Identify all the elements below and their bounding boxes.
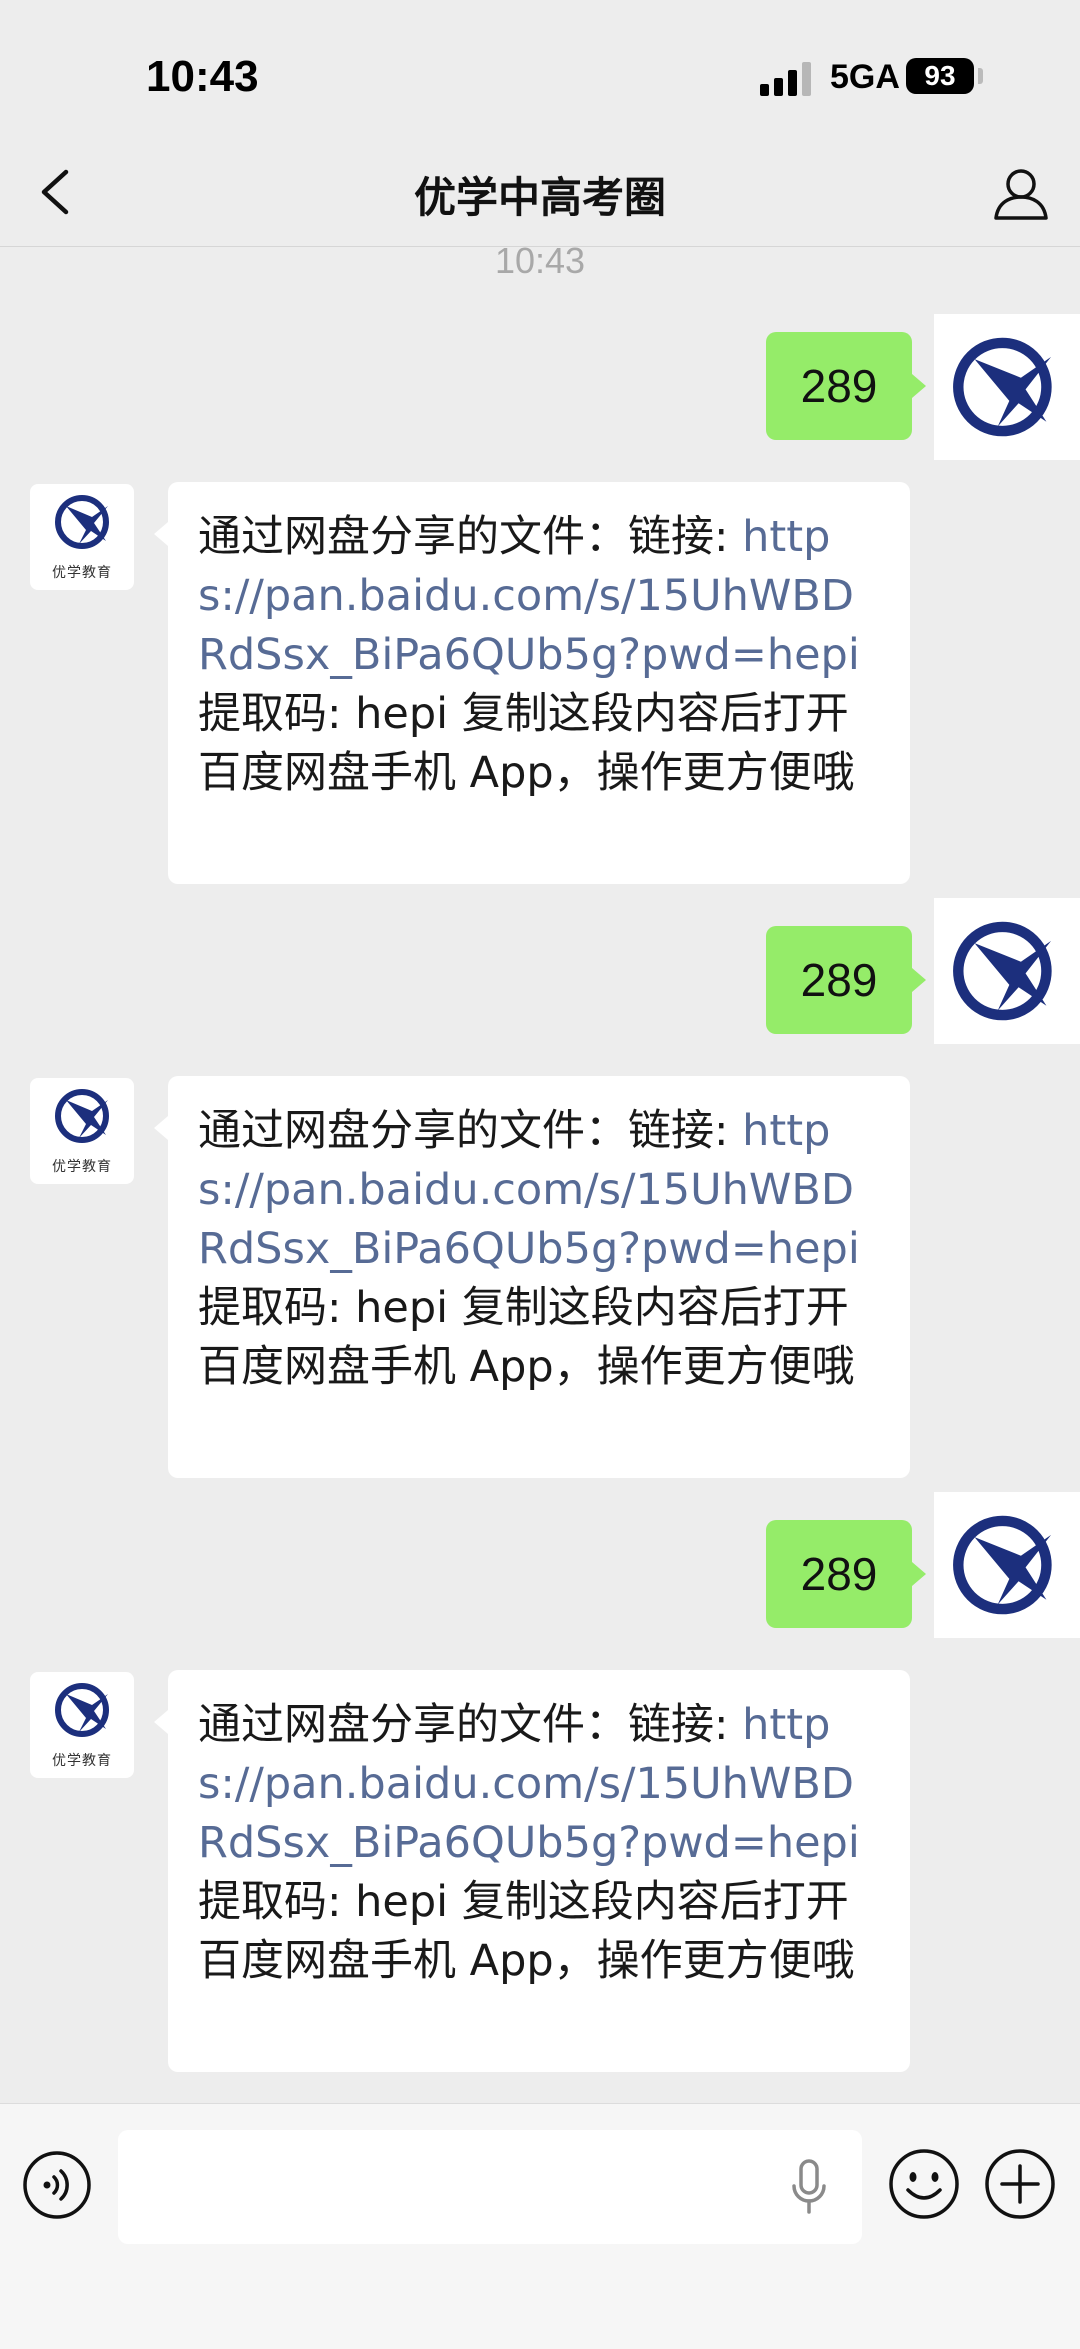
brand-logo-icon: [953, 337, 1052, 437]
brand-logo-icon: [55, 1089, 109, 1143]
chat-title: 优学中高考圈: [413, 173, 666, 222]
received-message-bubble[interactable]: 通过网盘分享的文件：链接: https://pan.baidu.com/s/15…: [154, 482, 910, 884]
voice-icon[interactable]: [22, 2150, 92, 2220]
message-text: 提取码: hepi 复制这段内容后打开百度网盘手机 App，操作更方便哦: [198, 1877, 855, 1986]
received-message-bubble[interactable]: 通过网盘分享的文件：链接: https://pan.baidu.com/s/15…: [154, 1670, 910, 2072]
network-type: 5GA: [830, 58, 900, 96]
message-text: 提取码: hepi 复制这段内容后打开百度网盘手机 App，操作更方便哦: [198, 689, 855, 798]
message-text: 通过网盘分享的文件：链接:: [198, 1106, 743, 1156]
message-input[interactable]: [118, 2130, 862, 2244]
my-avatar[interactable]: [934, 314, 1080, 460]
input-bar: [0, 2103, 1080, 2349]
message-text: 通过网盘分享的文件：链接:: [198, 512, 743, 562]
brand-logo-icon: [55, 495, 109, 549]
chat-timestamp: 10:43: [494, 240, 586, 281]
status-bar: 10:43 5GA 93: [0, 0, 1080, 140]
battery-icon: 93: [906, 58, 974, 94]
microphone-icon[interactable]: [790, 2158, 828, 2216]
brand-logo-icon: [953, 921, 1052, 1021]
my-avatar[interactable]: [934, 1492, 1080, 1638]
message-text: 提取码: hepi 复制这段内容后打开百度网盘手机 App，操作更方便哦: [198, 1283, 855, 1392]
contact-avatar[interactable]: 优学教育: [30, 1078, 134, 1184]
sent-message-bubble[interactable]: 289: [766, 926, 926, 1034]
message-text: 通过网盘分享的文件：链接:: [198, 1700, 743, 1750]
nav-bar: 优学中高考圈: [0, 140, 1080, 247]
my-avatar[interactable]: [934, 898, 1080, 1044]
brand-logo-icon: [55, 1683, 109, 1737]
signal-icon: [760, 60, 811, 96]
sent-message-bubble[interactable]: 289: [766, 1520, 926, 1628]
contact-avatar[interactable]: 优学教育: [30, 484, 134, 590]
avatar-caption: 优学教育: [52, 1753, 112, 1769]
brand-logo-icon: [953, 1515, 1052, 1615]
avatar-caption: 优学教育: [52, 565, 112, 581]
sent-message-bubble[interactable]: 289: [766, 332, 926, 440]
plus-icon[interactable]: [984, 2148, 1056, 2220]
status-time: 10:43: [146, 52, 259, 101]
battery-tip: [978, 68, 983, 84]
contact-avatar[interactable]: 优学教育: [30, 1672, 134, 1778]
avatar-caption: 优学教育: [52, 1159, 112, 1175]
received-message-bubble[interactable]: 通过网盘分享的文件：链接: https://pan.baidu.com/s/15…: [154, 1076, 910, 1478]
person-icon[interactable]: [990, 162, 1052, 224]
emoji-icon[interactable]: [888, 2148, 960, 2220]
